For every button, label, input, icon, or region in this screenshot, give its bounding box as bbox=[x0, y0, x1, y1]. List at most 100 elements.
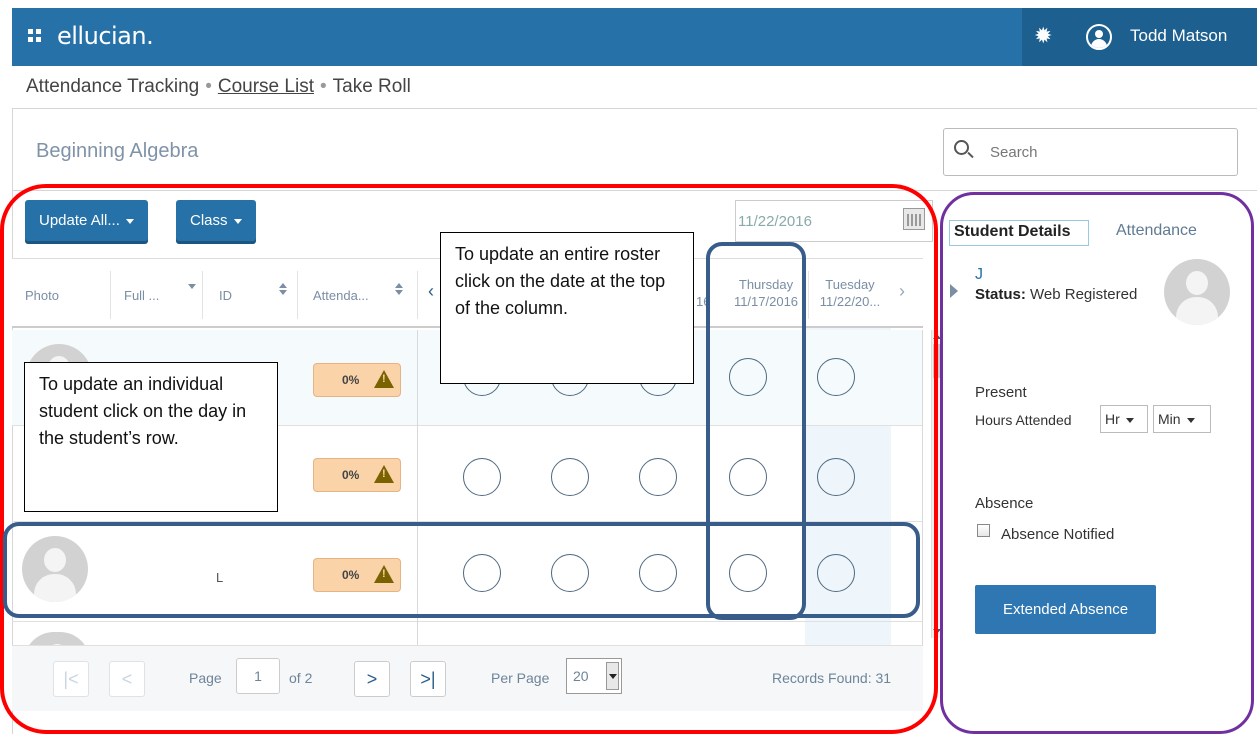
breadcrumb-attendance-tracking: Attendance Tracking bbox=[26, 76, 200, 97]
col-header-attendance[interactable]: Attenda... bbox=[313, 288, 369, 303]
col-header-id[interactable]: ID bbox=[219, 288, 232, 303]
update-all-label: Update All... bbox=[39, 212, 120, 229]
col-header-tuesday[interactable]: Tuesday 11/22/20... bbox=[810, 276, 890, 310]
avatar bbox=[1164, 259, 1230, 325]
calendar-icon[interactable] bbox=[903, 208, 925, 230]
chevron-down-icon bbox=[125, 218, 134, 224]
per-page-value: 20 bbox=[573, 668, 589, 684]
scroll-right-icon[interactable]: › bbox=[899, 281, 905, 302]
page-input[interactable]: 1 bbox=[236, 658, 280, 694]
class-button[interactable]: Class bbox=[176, 200, 256, 241]
attendance-toggle[interactable] bbox=[729, 458, 767, 496]
sort-icon[interactable] bbox=[395, 283, 403, 288]
tab-attendance[interactable]: Attendance bbox=[1116, 222, 1197, 240]
scroll-up-icon[interactable] bbox=[933, 334, 941, 339]
per-page-select[interactable]: 20 bbox=[566, 658, 622, 694]
present-label: Present bbox=[975, 384, 1027, 401]
attendance-badge: 0% bbox=[313, 363, 401, 397]
col-header-date: 11/22/20... bbox=[819, 294, 881, 309]
absence-label: Absence bbox=[975, 495, 1034, 512]
table-scrollbar[interactable] bbox=[931, 330, 941, 638]
absence-notified-checkbox[interactable] bbox=[977, 524, 990, 537]
attendance-toggle[interactable] bbox=[463, 554, 501, 592]
warning-icon bbox=[374, 565, 394, 583]
extended-absence-button[interactable]: Extended Absence bbox=[975, 585, 1156, 634]
page-label: Page bbox=[189, 670, 222, 686]
hours-value: Hr bbox=[1105, 411, 1120, 427]
student-name: J bbox=[975, 266, 983, 283]
avatar bbox=[22, 536, 88, 602]
student-id: L bbox=[216, 570, 224, 585]
sort-icon[interactable] bbox=[395, 290, 403, 295]
attendance-toggle[interactable] bbox=[817, 554, 855, 592]
divider bbox=[12, 190, 1257, 191]
student-status: Status: Web Registered bbox=[975, 286, 1137, 303]
ellucian-logo: ellucian. bbox=[57, 22, 154, 50]
page-count: of 2 bbox=[289, 670, 313, 686]
scroll-left-icon[interactable]: ‹ bbox=[428, 281, 434, 302]
sort-icon[interactable] bbox=[279, 290, 287, 295]
sort-icon[interactable] bbox=[279, 283, 287, 288]
last-page-button[interactable]: >| bbox=[410, 661, 446, 697]
attendance-percent: 0% bbox=[342, 468, 360, 482]
prev-page-button[interactable]: < bbox=[109, 661, 145, 697]
records-count: Records Found: 31 bbox=[772, 670, 892, 686]
sort-icon[interactable] bbox=[188, 284, 196, 289]
attendance-toggle[interactable] bbox=[729, 358, 767, 396]
status-label: Status: bbox=[975, 286, 1026, 303]
app-menu-icon[interactable] bbox=[28, 29, 42, 43]
chevron-down-icon bbox=[1186, 417, 1195, 423]
annotation-roster-callout: To update an entire roster click on the … bbox=[440, 232, 694, 384]
breadcrumb-separator: • bbox=[205, 76, 212, 97]
hours-select[interactable]: Hr bbox=[1100, 405, 1148, 433]
pagination: |< < Page 1 of 2 > >| Per Page 20 Record… bbox=[12, 645, 923, 711]
attendance-toggle[interactable] bbox=[817, 358, 855, 396]
first-page-button[interactable]: |< bbox=[53, 661, 89, 697]
col-header-photo: Photo bbox=[25, 288, 59, 303]
username[interactable]: Todd Matson bbox=[1130, 26, 1227, 46]
warning-icon bbox=[374, 370, 394, 388]
column-divider bbox=[417, 330, 418, 645]
attendance-badge: 0% bbox=[313, 458, 401, 492]
search-input[interactable] bbox=[990, 141, 1220, 163]
attendance-toggle[interactable] bbox=[463, 458, 501, 496]
attendance-toggle[interactable] bbox=[551, 554, 589, 592]
scroll-down-icon[interactable] bbox=[933, 629, 941, 634]
status-value: Web Registered bbox=[1030, 286, 1138, 303]
breadcrumb-take-roll: Take Roll bbox=[332, 76, 411, 97]
attendance-toggle[interactable] bbox=[639, 458, 677, 496]
attendance-percent: 0% bbox=[342, 568, 360, 582]
breadcrumb: Attendance Tracking • Course List • Take Rol… bbox=[12, 66, 1257, 109]
attendance-percent: 0% bbox=[342, 373, 360, 387]
class-label: Class bbox=[190, 212, 228, 229]
update-all-button[interactable]: Update All... bbox=[25, 200, 148, 241]
expand-arrow-icon[interactable] bbox=[950, 284, 958, 298]
hours-label: Hours Attended bbox=[975, 412, 1072, 428]
scroll-thumb[interactable] bbox=[933, 344, 941, 378]
chevron-down-icon bbox=[606, 662, 619, 690]
col-header-thursday[interactable]: Thursday 11/17/2016 bbox=[725, 276, 807, 310]
chevron-down-icon bbox=[233, 218, 242, 224]
table-row bbox=[12, 622, 923, 662]
column-divider bbox=[922, 330, 923, 645]
next-page-button[interactable]: > bbox=[354, 661, 390, 697]
search-box[interactable] bbox=[943, 128, 1238, 176]
page-title: Beginning Algebra bbox=[36, 140, 199, 162]
col-header-partial-date[interactable]: 16 bbox=[696, 294, 710, 309]
minutes-value: Min bbox=[1158, 411, 1181, 427]
col-header-date: 11/17/2016 bbox=[733, 294, 799, 309]
col-header-full-name[interactable]: Full ... bbox=[124, 288, 159, 303]
app-header: ellucian. ✹ Todd Matson bbox=[12, 8, 1257, 66]
tab-student-details[interactable]: Student Details bbox=[949, 220, 1089, 246]
user-icon[interactable] bbox=[1086, 24, 1112, 50]
attendance-toggle[interactable] bbox=[817, 458, 855, 496]
attendance-toggle[interactable] bbox=[639, 554, 677, 592]
per-page-label: Per Page bbox=[491, 670, 550, 686]
attendance-badge: 0% bbox=[313, 558, 401, 592]
gear-icon[interactable]: ✹ bbox=[1034, 25, 1052, 47]
col-header-day: Tuesday bbox=[825, 277, 875, 292]
attendance-toggle[interactable] bbox=[729, 554, 767, 592]
attendance-toggle[interactable] bbox=[551, 458, 589, 496]
minutes-select[interactable]: Min bbox=[1153, 405, 1211, 433]
breadcrumb-course-list[interactable]: Course List bbox=[218, 76, 314, 97]
